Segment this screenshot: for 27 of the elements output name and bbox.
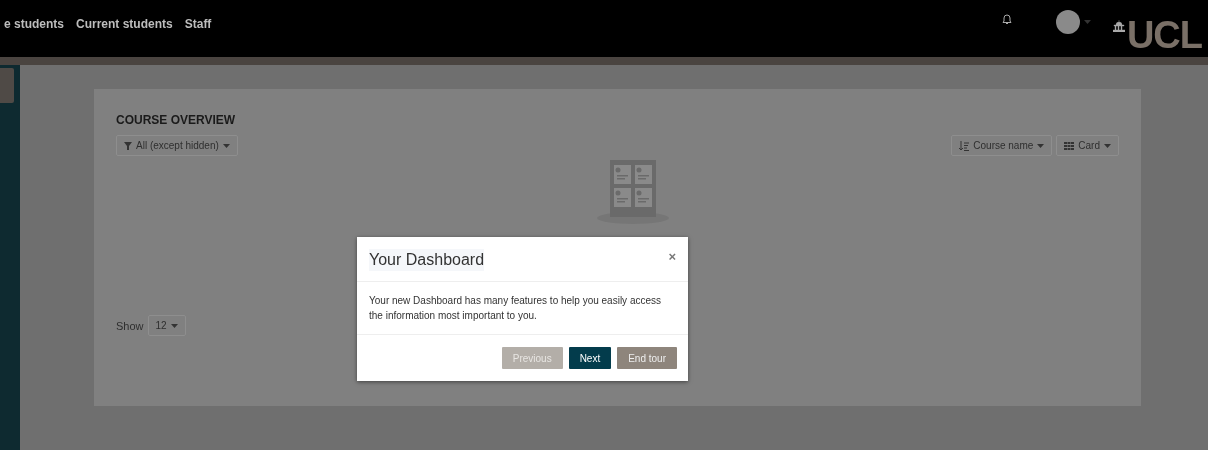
page-size-dropdown[interactable]: 12 bbox=[147, 315, 186, 336]
filter-icon bbox=[124, 141, 132, 150]
user-avatar[interactable] bbox=[1055, 10, 1080, 34]
dialog-title: Your Dashboard bbox=[369, 249, 485, 271]
sidebar-toggle[interactable] bbox=[0, 68, 14, 103]
caret-icon bbox=[1037, 143, 1045, 148]
tour-button[interactable]: Next bbox=[568, 347, 612, 369]
show-label: Show bbox=[116, 319, 144, 332]
dialog-text: Your new Dashboard has many features to help you easily access the information most important to you. bbox=[357, 282, 688, 335]
nav-link[interactable]: Staff bbox=[184, 17, 212, 31]
notification-bell-icon[interactable] bbox=[1001, 13, 1012, 25]
close-button[interactable]: × bbox=[668, 249, 676, 264]
caret-icon bbox=[222, 143, 230, 148]
nav-link[interactable]: Current students bbox=[76, 17, 173, 31]
grid-icon bbox=[1064, 141, 1075, 150]
filter-dropdown[interactable]: All (except hidden) bbox=[116, 135, 238, 156]
sort-dropdown[interactable]: Course name bbox=[951, 135, 1053, 156]
nav-link[interactable]: e students bbox=[4, 17, 64, 31]
caret-icon bbox=[170, 323, 178, 328]
caret-icon bbox=[1104, 143, 1111, 148]
logo-text[interactable]: UCL bbox=[1126, 16, 1202, 54]
view-dropdown[interactable]: Card bbox=[1056, 135, 1119, 156]
tour-button[interactable]: End tour bbox=[617, 347, 677, 369]
caret-icon bbox=[1083, 20, 1091, 24]
sort-icon bbox=[959, 140, 970, 151]
building-icon bbox=[1112, 20, 1125, 32]
section-title: COURSE OVERVIEW bbox=[116, 113, 237, 127]
